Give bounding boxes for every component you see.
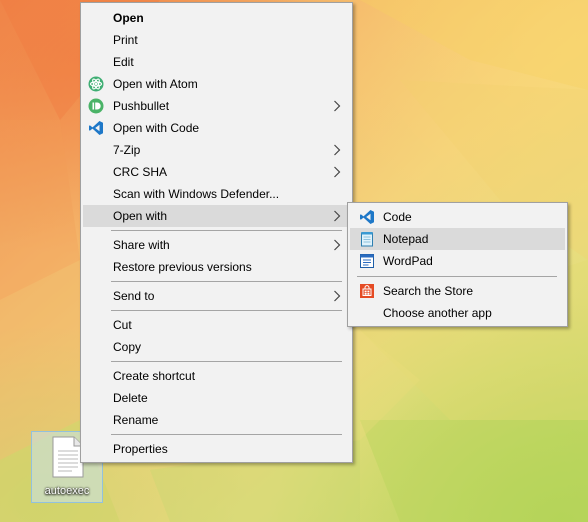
menu-item-scan-defender[interactable]: Scan with Windows Defender... bbox=[83, 183, 350, 205]
submenu-item-search-store[interactable]: Search the Store bbox=[350, 280, 565, 302]
context-menu: Open Print Edit Open with Atom Pushbulle… bbox=[80, 2, 353, 463]
wordpad-icon bbox=[360, 254, 374, 268]
menu-item-label: Restore previous versions bbox=[113, 260, 252, 274]
menu-item-print[interactable]: Print bbox=[83, 29, 350, 51]
submenu-item-label: Code bbox=[383, 210, 412, 224]
menu-item-crc-sha[interactable]: CRC SHA bbox=[83, 161, 350, 183]
menu-item-send-to[interactable]: Send to bbox=[83, 285, 350, 307]
chevron-right-icon bbox=[334, 144, 341, 156]
store-icon bbox=[360, 284, 374, 298]
menu-separator bbox=[111, 281, 342, 282]
menu-item-label: Cut bbox=[113, 318, 132, 332]
menu-item-open-with-atom[interactable]: Open with Atom bbox=[83, 73, 350, 95]
notepad-icon bbox=[361, 232, 373, 247]
menu-item-label: Open bbox=[113, 11, 144, 25]
submenu-item-code[interactable]: Code bbox=[350, 206, 565, 228]
menu-item-label: Print bbox=[113, 33, 138, 47]
menu-item-label: Delete bbox=[113, 391, 148, 405]
menu-item-label: Send to bbox=[113, 289, 155, 303]
menu-separator bbox=[111, 230, 342, 231]
menu-item-delete[interactable]: Delete bbox=[83, 387, 350, 409]
menu-item-7zip[interactable]: 7-Zip bbox=[83, 139, 350, 161]
menu-item-label: Open with Code bbox=[113, 121, 200, 135]
submenu-item-wordpad[interactable]: WordPad bbox=[350, 250, 565, 272]
submenu-item-choose-another[interactable]: Choose another app bbox=[350, 302, 565, 324]
menu-item-copy[interactable]: Copy bbox=[83, 336, 350, 358]
menu-item-label: 7-Zip bbox=[113, 143, 141, 157]
chevron-right-icon bbox=[334, 210, 341, 222]
menu-item-create-shortcut[interactable]: Create shortcut bbox=[83, 365, 350, 387]
menu-item-label: Open with bbox=[113, 209, 168, 223]
menu-item-pushbullet[interactable]: Pushbullet bbox=[83, 95, 350, 117]
menu-item-open-with-code[interactable]: Open with Code bbox=[83, 117, 350, 139]
menu-item-cut[interactable]: Cut bbox=[83, 314, 350, 336]
menu-item-label: Open with Atom bbox=[113, 77, 198, 91]
pushbullet-icon bbox=[88, 98, 104, 114]
chevron-right-icon bbox=[334, 166, 341, 178]
menu-separator bbox=[111, 434, 342, 435]
menu-item-label: Rename bbox=[113, 413, 159, 427]
submenu-item-label: Notepad bbox=[383, 232, 429, 246]
submenu-item-label: Search the Store bbox=[383, 284, 474, 298]
menu-item-label: Share with bbox=[113, 238, 170, 252]
menu-item-share-with[interactable]: Share with bbox=[83, 234, 350, 256]
menu-item-label: Properties bbox=[113, 442, 168, 456]
vscode-icon bbox=[360, 210, 374, 224]
menu-item-properties[interactable]: Properties bbox=[83, 438, 350, 460]
file-name-label: autoexec bbox=[44, 485, 90, 497]
open-with-submenu: Code Notepad WordPad Search the Store Ch… bbox=[347, 202, 568, 327]
menu-item-open[interactable]: Open bbox=[83, 7, 350, 29]
vscode-icon bbox=[89, 121, 103, 135]
chevron-right-icon bbox=[334, 290, 341, 302]
submenu-item-label: Choose another app bbox=[383, 306, 492, 320]
chevron-right-icon bbox=[334, 239, 341, 251]
submenu-item-label: WordPad bbox=[383, 254, 433, 268]
menu-item-label: Pushbullet bbox=[113, 99, 170, 113]
menu-item-label: Copy bbox=[113, 340, 142, 354]
menu-separator bbox=[111, 361, 342, 362]
menu-item-rename[interactable]: Rename bbox=[83, 409, 350, 431]
atom-icon bbox=[88, 76, 104, 92]
menu-item-open-with[interactable]: Open with bbox=[83, 205, 350, 227]
menu-item-edit[interactable]: Edit bbox=[83, 51, 350, 73]
menu-separator bbox=[357, 276, 557, 277]
menu-item-label: Edit bbox=[113, 55, 134, 69]
menu-separator bbox=[111, 310, 342, 311]
submenu-item-notepad[interactable]: Notepad bbox=[350, 228, 565, 250]
menu-item-label: Scan with Windows Defender... bbox=[113, 187, 280, 201]
chevron-right-icon bbox=[334, 100, 341, 112]
menu-item-label: Create shortcut bbox=[113, 369, 196, 383]
menu-item-restore-previous[interactable]: Restore previous versions bbox=[83, 256, 350, 278]
menu-item-label: CRC SHA bbox=[113, 165, 168, 179]
